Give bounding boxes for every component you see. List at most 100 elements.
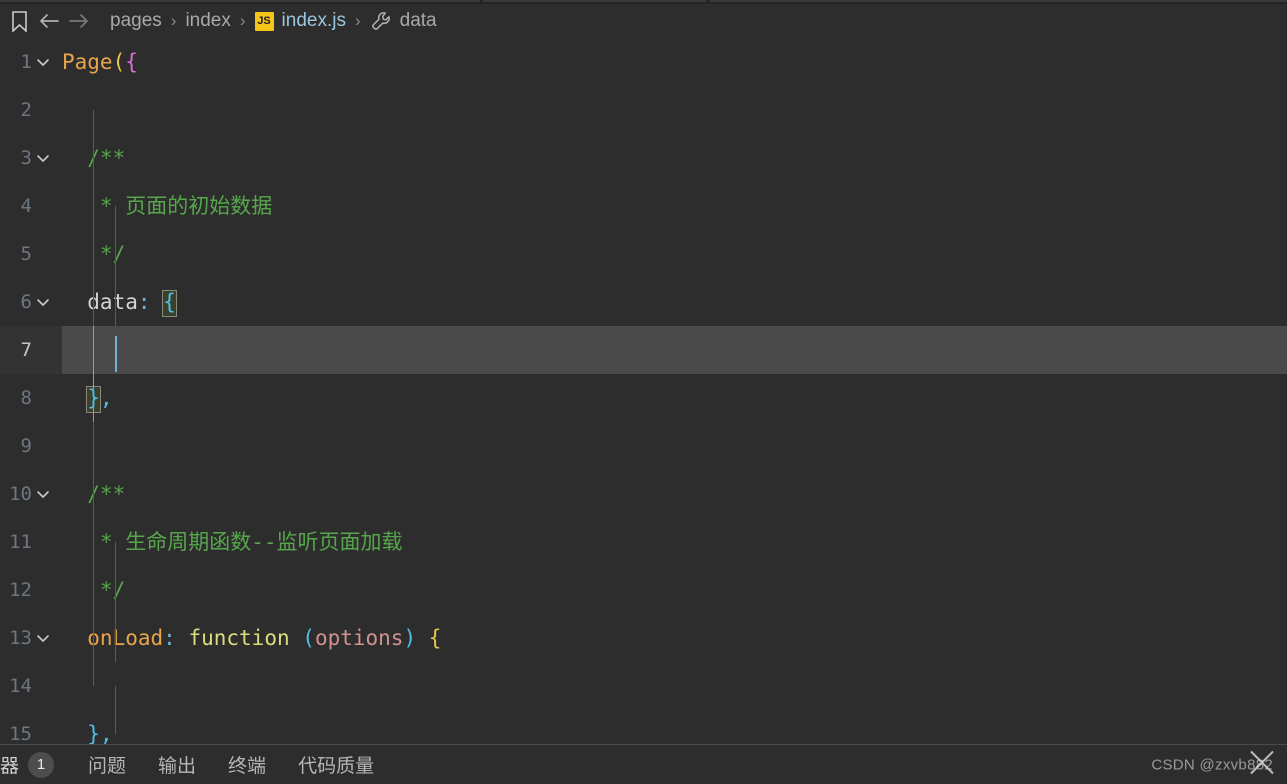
breadcrumb-item-index-js[interactable]: JS index.js [253, 6, 348, 36]
line-content: Page({ [62, 38, 138, 86]
panel-tab-truncated[interactable]: 器 [0, 751, 19, 778]
js-badge-icon: JS [254, 11, 274, 31]
chevron-right-icon: › [170, 11, 177, 30]
editor-line[interactable]: 5 */ [0, 230, 1287, 278]
code-token: ( [112, 50, 126, 74]
code-token: } [87, 722, 100, 744]
breadcrumb-item-index[interactable]: index [183, 6, 232, 36]
line-number: 13 [9, 627, 32, 649]
arrow-left-icon[interactable] [34, 6, 64, 36]
breadcrumb-label: index.js [281, 10, 346, 31]
code-token: Page [62, 50, 113, 74]
breadcrumb: pages › index › JS index.js › data [0, 4, 1287, 38]
chevron-down-icon[interactable] [34, 38, 52, 86]
active-line-highlight [62, 326, 1287, 374]
tab-segment[interactable] [483, 0, 706, 2]
editor-line[interactable]: 6 data: { [0, 278, 1287, 326]
line-number: 7 [20, 339, 32, 361]
bottom-panel: 器 1 问题 输出 终端 代码质量 CSDN @zxvb882 [0, 744, 1287, 784]
chevron-down-icon[interactable] [34, 134, 52, 182]
code-token: : [163, 626, 176, 650]
line-number: 15 [9, 723, 32, 744]
indent-guide [93, 110, 94, 326]
scope-guide [93, 326, 94, 422]
chevron-down-icon[interactable] [34, 614, 52, 662]
line-number: 2 [20, 99, 32, 121]
line-number: 9 [20, 435, 32, 457]
editor-line[interactable]: 14 [0, 662, 1287, 710]
bookmark-icon[interactable] [4, 6, 34, 36]
code-token: function [188, 626, 290, 650]
line-number: 11 [9, 531, 32, 553]
code-token: options [314, 626, 404, 650]
editor-line[interactable]: 12 */ [0, 566, 1287, 614]
indent-guide [115, 542, 116, 662]
code-token: * 生命周期函数--监听页面加载 [62, 530, 403, 554]
line-number: 1 [20, 51, 32, 73]
vscode-window: pages › index › JS index.js › data 1 Page… [0, 0, 1287, 784]
line-content: * 生命周期函数--监听页面加载 [62, 518, 403, 566]
chevron-down-icon[interactable] [34, 470, 52, 518]
code-token: data [62, 290, 138, 314]
panel-tab-problems[interactable]: 问题 [72, 751, 142, 778]
code-editor[interactable]: 1 Page({2 3 /** 4 * 页面的初始数据 5 */6 data: {7 8 … [0, 38, 1287, 744]
code-token: , [99, 386, 113, 410]
code-token: ) [403, 626, 417, 650]
editor-line[interactable]: 8 }, [0, 374, 1287, 422]
editor-line[interactable]: 10 /** [0, 470, 1287, 518]
code-token: { [428, 626, 442, 650]
line-content: }, [62, 374, 113, 422]
line-number: 8 [20, 387, 32, 409]
editor-line[interactable]: 4 * 页面的初始数据 [0, 182, 1287, 230]
problem-count-badge: 1 [28, 751, 55, 778]
editor-lines[interactable]: 1 Page({2 3 /** 4 * 页面的初始数据 5 */6 data: {7 8 … [0, 38, 1287, 744]
line-number: 14 [9, 675, 32, 697]
editor-line[interactable]: 1 Page({ [0, 38, 1287, 86]
tab-segment[interactable] [710, 0, 1287, 2]
breadcrumb-label: index [185, 10, 231, 31]
line-content: data: { [62, 278, 177, 326]
panel-tab-output[interactable]: 输出 [142, 751, 212, 778]
watermark-x-icon [1247, 747, 1277, 782]
code-token: ( [302, 626, 315, 650]
line-number: 6 [20, 291, 32, 313]
text-caret [115, 336, 117, 372]
editor-line[interactable]: 9 [0, 422, 1287, 470]
code-token: , [99, 722, 113, 744]
arrow-right-icon[interactable] [64, 6, 94, 36]
line-number: 12 [9, 579, 32, 601]
line-number: 4 [20, 195, 32, 217]
breadcrumb-item-pages[interactable]: pages [108, 6, 164, 36]
breadcrumb-label: data [399, 10, 437, 31]
editor-line[interactable]: 15 }, [0, 710, 1287, 744]
tab-segment[interactable] [0, 0, 480, 2]
editor-line[interactable]: 2 [0, 86, 1287, 134]
editor-line[interactable]: 3 /** [0, 134, 1287, 182]
code-token: : [137, 290, 151, 314]
breadcrumb-item-data[interactable]: data [368, 6, 439, 36]
breadcrumb-label: pages [110, 10, 162, 31]
indent-guide [93, 398, 94, 686]
chevron-down-icon[interactable] [34, 278, 52, 326]
panel-tab-code-quality[interactable]: 代码质量 [282, 751, 390, 778]
indent-guide [115, 206, 116, 326]
line-number: 10 [9, 483, 32, 505]
line-number: 3 [20, 147, 32, 169]
code-token: onLoad [62, 626, 164, 650]
line-content: onLoad: function (options) { [62, 614, 441, 662]
line-number: 5 [20, 243, 32, 265]
bracket-match: { [162, 290, 177, 317]
editor-line[interactable]: 11 * 生命周期函数--监听页面加载 [0, 518, 1287, 566]
wrench-icon [370, 10, 392, 32]
editor-line[interactable]: 13 onLoad: function (options) { [0, 614, 1287, 662]
line-content: }, [62, 710, 113, 744]
watermark-text: CSDN @zxvb882 [1151, 756, 1273, 773]
panel-tab-terminal[interactable]: 终端 [212, 751, 282, 778]
editor-line[interactable]: 7 [0, 326, 1287, 374]
indent-guide [115, 686, 116, 734]
